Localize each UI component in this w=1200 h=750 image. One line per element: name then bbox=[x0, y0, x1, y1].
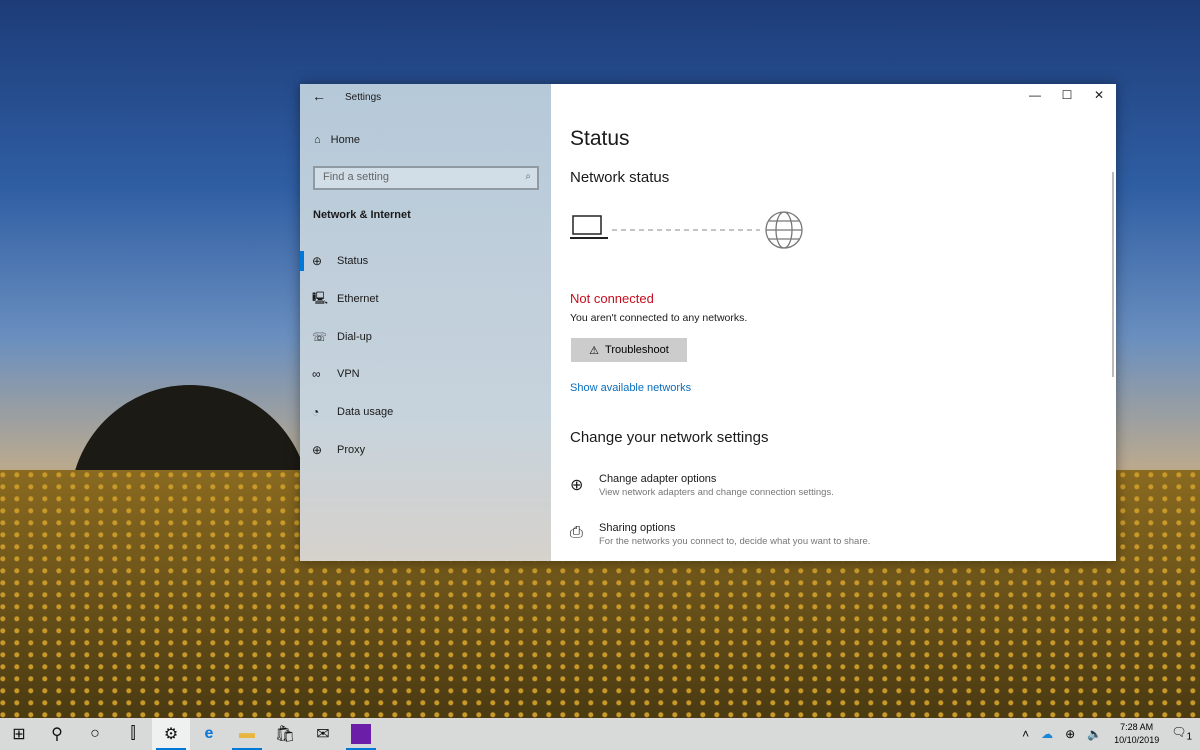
search-button[interactable]: ⚲ bbox=[38, 718, 76, 750]
globe-icon bbox=[766, 212, 802, 248]
close-button[interactable]: ✕ bbox=[1084, 88, 1114, 102]
option-title: Sharing options bbox=[599, 522, 870, 534]
ethernet-icon: 🖳 bbox=[300, 289, 337, 310]
system-tray: ˄ ☁ ⊕ 🔈 7:28 AM10/10/2019 🗨1 bbox=[1022, 718, 1200, 750]
troubleshoot-label: Troubleshoot bbox=[605, 344, 669, 356]
volume-icon[interactable]: 🔈 bbox=[1087, 727, 1102, 741]
search-input[interactable]: Find a setting ⌕ bbox=[313, 166, 539, 190]
sidebar-item-ethernet[interactable]: 🖳Ethernet bbox=[300, 285, 551, 313]
cortana-icon: ○ bbox=[90, 725, 100, 743]
change-settings-heading: Change your network settings bbox=[570, 429, 768, 446]
section-title: Network & Internet bbox=[313, 209, 411, 221]
globe-icon: ⊕ bbox=[300, 443, 337, 457]
start-button[interactable]: ⊞ bbox=[0, 718, 38, 750]
nav-label: Dial-up bbox=[337, 331, 372, 343]
adapter-icon: ⊕ bbox=[570, 475, 583, 495]
taskbar-mail[interactable]: ✉ bbox=[304, 718, 342, 750]
home-icon: ⌂ bbox=[314, 134, 321, 146]
action-center-icon[interactable]: 🗨1 bbox=[1171, 725, 1192, 742]
gear-icon: ⚙ bbox=[164, 724, 178, 744]
connection-description: You aren't connected to any networks. bbox=[570, 312, 747, 324]
nav-label: Data usage bbox=[337, 406, 393, 418]
sidebar-item-data-usage[interactable]: ◔Data usage bbox=[300, 398, 551, 426]
home-label: Home bbox=[331, 134, 360, 146]
globe-monitor-icon: ⊕ bbox=[300, 254, 337, 268]
date: 10/10/2019 bbox=[1114, 734, 1159, 747]
data-usage-icon: ◔ bbox=[300, 405, 337, 419]
troubleshoot-button[interactable]: ⚠ Troubleshoot bbox=[571, 338, 687, 362]
scrollbar[interactable] bbox=[1112, 172, 1114, 377]
sidebar-item-dialup[interactable]: ☏Dial-up bbox=[300, 323, 551, 351]
notification-count: 1 bbox=[1186, 732, 1192, 743]
page-title: Status bbox=[570, 127, 630, 151]
network-status-heading: Network status bbox=[570, 169, 669, 186]
taskbar: ⊞ ⚲ ○ ⫿ ⚙ e ▬ 🛍 ✉ ˄ ☁ ⊕ 🔈 7:28 AM10/10/2… bbox=[0, 718, 1200, 750]
home-link[interactable]: ⌂ Home bbox=[314, 134, 360, 146]
search-icon: ⚲ bbox=[51, 724, 63, 744]
change-adapter-option[interactable]: ⊕ Change adapter options View network ada… bbox=[570, 473, 834, 498]
clock[interactable]: 7:28 AM10/10/2019 bbox=[1114, 721, 1159, 747]
search-placeholder: Find a setting bbox=[323, 171, 389, 183]
sidebar-item-status[interactable]: ⊕Status bbox=[300, 247, 551, 275]
app-icon bbox=[351, 724, 371, 744]
sidebar-item-proxy[interactable]: ⊕Proxy bbox=[300, 436, 551, 464]
edge-icon: e bbox=[205, 725, 214, 743]
task-view-icon: ⫿ bbox=[130, 725, 135, 743]
minimize-button[interactable]: — bbox=[1020, 88, 1050, 102]
laptop-icon bbox=[570, 216, 608, 238]
maximize-button[interactable]: ☐ bbox=[1052, 88, 1082, 102]
network-globe-icon[interactable]: ⊕ bbox=[1065, 727, 1075, 741]
show-networks-link[interactable]: Show available networks bbox=[570, 382, 691, 394]
cortana-button[interactable]: ○ bbox=[76, 718, 114, 750]
sharing-icon: ⎙ bbox=[570, 524, 583, 542]
sharing-options[interactable]: ⎙ Sharing options For the networks you co… bbox=[570, 522, 870, 547]
taskbar-app[interactable] bbox=[342, 718, 380, 750]
taskbar-settings[interactable]: ⚙ bbox=[152, 718, 190, 750]
option-desc: View network adapters and change connect… bbox=[599, 487, 834, 498]
option-desc: For the networks you connect to, decide … bbox=[599, 536, 870, 547]
nav-label: Proxy bbox=[337, 444, 365, 456]
windows-icon: ⊞ bbox=[12, 724, 25, 744]
nav-label: Ethernet bbox=[337, 293, 379, 305]
taskbar-store[interactable]: 🛍 bbox=[266, 718, 304, 750]
dialup-icon: ☏ bbox=[300, 330, 337, 344]
settings-window: ← Settings ⌂ Home Find a setting ⌕ Network… bbox=[300, 84, 1116, 561]
sidebar-item-vpn[interactable]: ∞VPN bbox=[300, 360, 551, 388]
search-icon: ⌕ bbox=[525, 171, 531, 182]
chevron-up-icon[interactable]: ˄ bbox=[1022, 727, 1029, 741]
onedrive-icon[interactable]: ☁ bbox=[1041, 727, 1053, 741]
connection-state: Not connected bbox=[570, 291, 654, 306]
mail-icon: ✉ bbox=[316, 724, 329, 744]
sidebar: ← Settings ⌂ Home Find a setting ⌕ Network… bbox=[300, 84, 551, 561]
window-title: Settings bbox=[345, 92, 381, 103]
store-icon: 🛍 bbox=[275, 724, 295, 744]
vpn-icon: ∞ bbox=[300, 367, 337, 381]
warning-icon: ⚠ bbox=[589, 344, 599, 357]
nav-label: Status bbox=[337, 255, 368, 267]
folder-icon: ▬ bbox=[239, 725, 255, 743]
nav-label: VPN bbox=[337, 368, 360, 380]
network-diagram bbox=[570, 210, 810, 252]
task-view-button[interactable]: ⫿ bbox=[114, 718, 152, 750]
taskbar-edge[interactable]: e bbox=[190, 718, 228, 750]
taskbar-file-explorer[interactable]: ▬ bbox=[228, 718, 266, 750]
back-button[interactable]: ← bbox=[312, 88, 326, 104]
option-title: Change adapter options bbox=[599, 473, 834, 485]
time: 7:28 AM bbox=[1114, 721, 1159, 734]
